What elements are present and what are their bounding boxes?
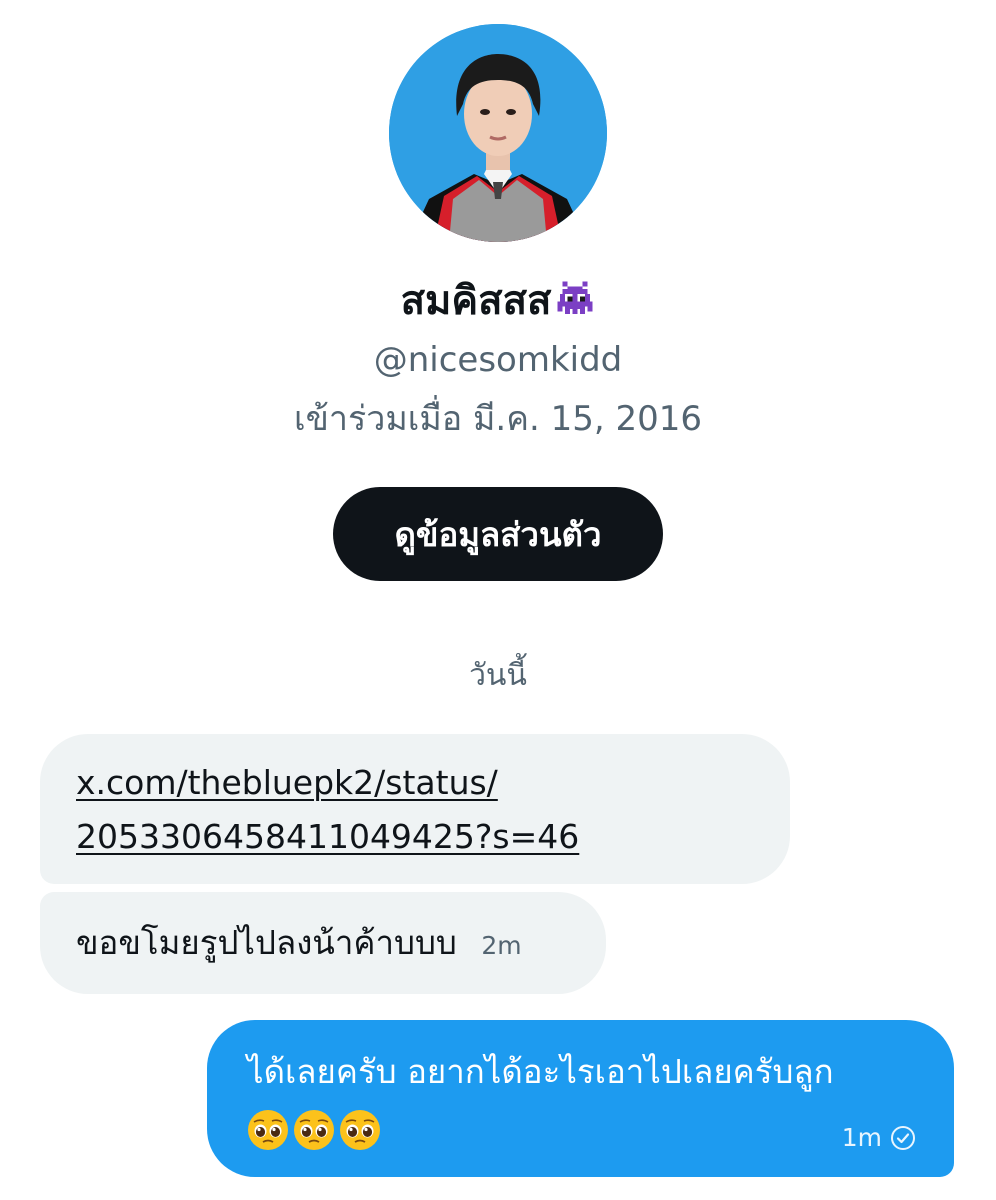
profile-photo — [389, 24, 607, 242]
message-incoming-text[interactable]: ขอขโมยรูปไปลงน้าค้าบบบ 2m — [40, 892, 606, 994]
view-profile-label: ดูข้อมูลส่วนตัว — [394, 514, 602, 554]
status-link[interactable]: x.com/thebluepk2/status/ 205330645841104… — [76, 756, 754, 864]
profile-avatar[interactable] — [389, 24, 607, 242]
date-divider: วันนี้ — [469, 658, 527, 693]
read-check-icon — [890, 1125, 916, 1151]
profile-joined-date: เข้าร่วมเมื่อ มี.ค. 15, 2016 — [294, 399, 702, 439]
pleading-face-icon — [247, 1109, 289, 1151]
profile-display-name: สมคิสสส — [0, 272, 996, 330]
message-outgoing[interactable]: ได้เลยครับ อยากได้อะไรเอาไปเลยครับลูก 1m — [207, 1020, 954, 1177]
status-link-line2: 2053306458411049425?s=46 — [76, 817, 580, 856]
message-text: ได้เลยครับ อยากได้อะไรเอาไปเลยครับลูก — [247, 1052, 834, 1091]
message-text: ขอขโมยรูปไปลงน้าค้าบบบ — [76, 923, 457, 962]
message-timestamp: 1m — [841, 1123, 882, 1152]
alien-monster-icon — [555, 277, 595, 317]
message-incoming-link[interactable]: x.com/thebluepk2/status/ 205330645841104… — [40, 734, 790, 884]
emoji-row — [247, 1100, 914, 1150]
view-profile-button[interactable]: ดูข้อมูลส่วนตัว — [333, 487, 663, 581]
message-meta: 1m — [842, 1123, 916, 1153]
message-timestamp: 2m — [481, 931, 522, 960]
profile-handle: @nicesomkidd — [373, 340, 623, 380]
status-link-line1: x.com/thebluepk2/status/ — [76, 763, 498, 802]
pleading-face-icon — [339, 1109, 381, 1151]
display-name-text: สมคิสสส — [400, 278, 552, 324]
pleading-face-icon — [293, 1109, 335, 1151]
